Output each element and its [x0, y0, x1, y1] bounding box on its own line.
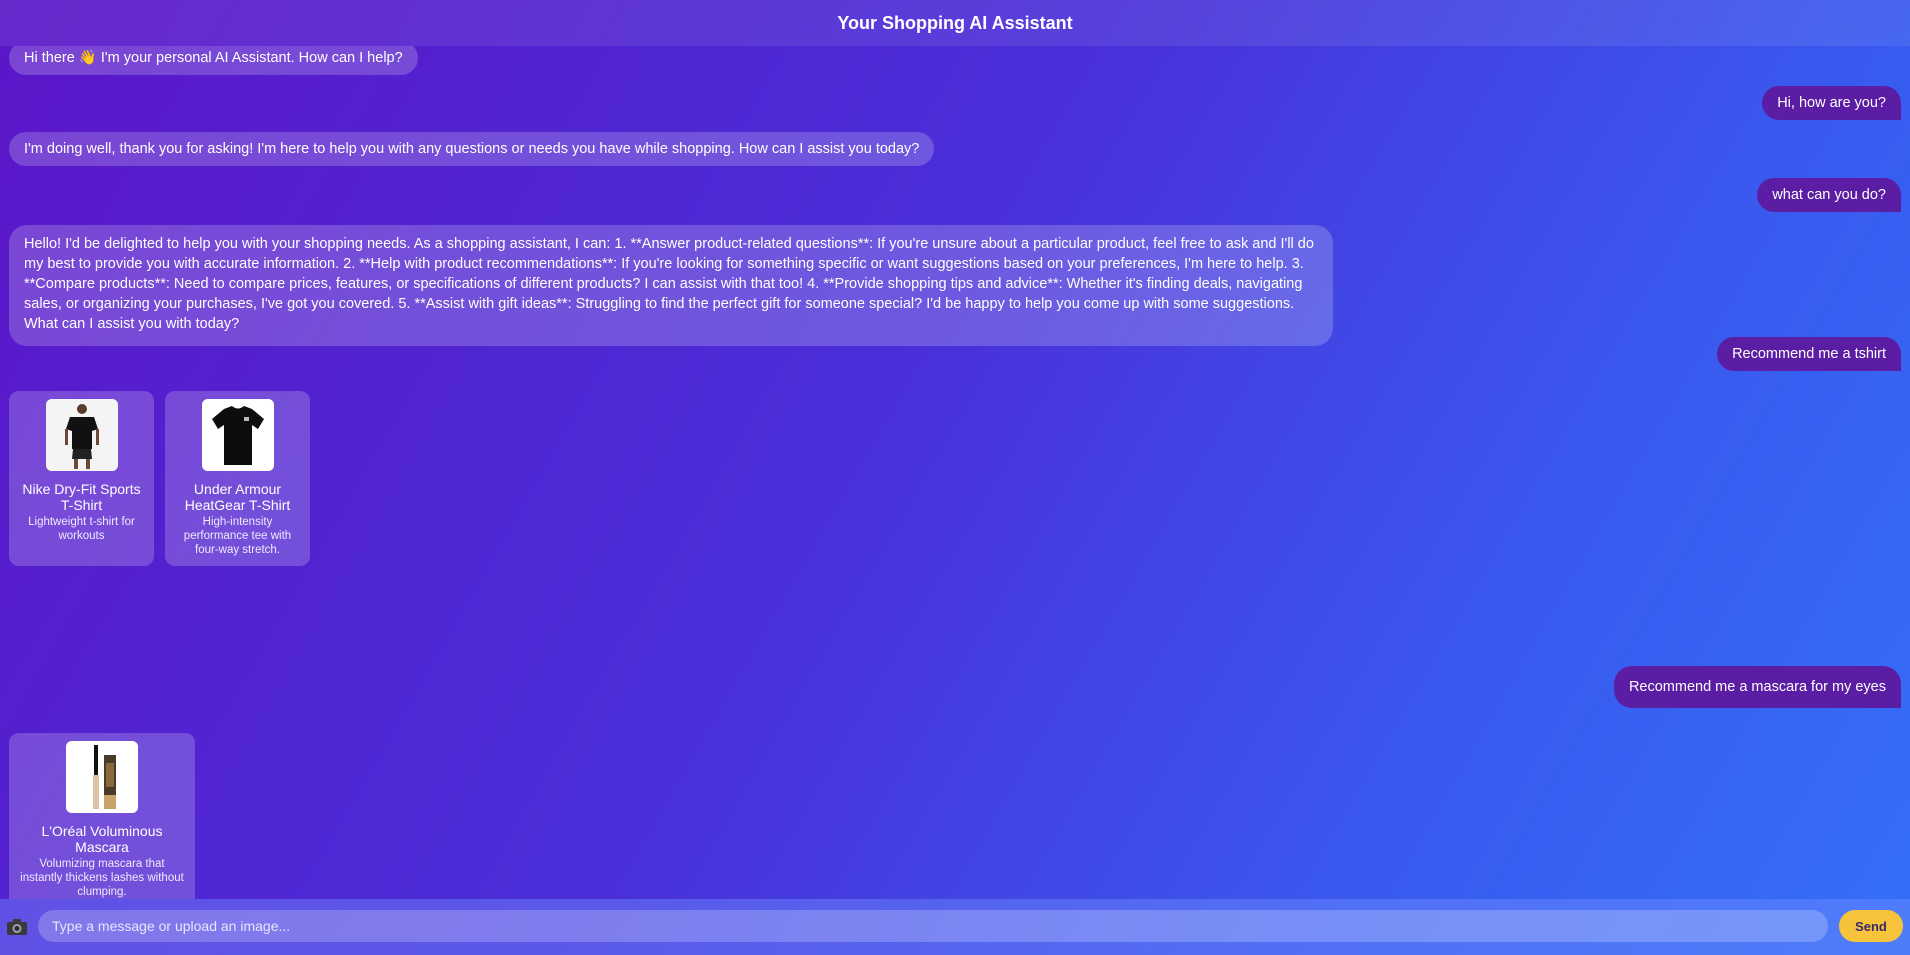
- user-message: what can you do?: [1757, 178, 1901, 212]
- user-message: Recommend me a mascara for my eyes: [1613, 666, 1901, 708]
- camera-icon[interactable]: [6, 916, 28, 938]
- page-title: Your Shopping AI Assistant: [837, 12, 1073, 33]
- bot-message: I'm doing well, thank you for asking! I'…: [9, 132, 935, 166]
- product-name: L'Oréal Voluminous Mascara: [41, 823, 163, 855]
- black-tshirt-icon: [201, 399, 274, 471]
- product-recommendations: Nike Dry-Fit Sports T-Shirt Lightweight …: [9, 391, 310, 566]
- bot-message: Hi there 👋 I'm your personal AI Assistan…: [9, 46, 418, 75]
- message-input[interactable]: [38, 910, 1828, 942]
- product-name: Nike Dry-Fit Sports T-Shirt: [22, 481, 141, 513]
- send-button[interactable]: Send: [1839, 910, 1903, 942]
- user-message: Recommend me a tshirt: [1717, 337, 1901, 371]
- woman-in-black-tshirt-icon: [45, 399, 118, 471]
- message-composer: Send: [0, 899, 1910, 955]
- product-card[interactable]: L'Oréal Voluminous Mascara Volumizing ma…: [9, 733, 195, 899]
- user-message: Hi, how are you?: [1762, 86, 1901, 120]
- product-recommendations: L'Oréal Voluminous Mascara Volumizing ma…: [9, 733, 195, 899]
- product-description: Lightweight t-shirt for workouts: [28, 516, 135, 542]
- product-description: Volumizing mascara that instantly thicke…: [20, 858, 184, 898]
- product-card[interactable]: Nike Dry-Fit Sports T-Shirt Lightweight …: [9, 391, 154, 566]
- product-card[interactable]: Under Armour HeatGear T-Shirt High-inten…: [165, 391, 310, 566]
- product-description: High-intensity performance tee with four…: [183, 516, 292, 556]
- chat-window[interactable]: Hi there 👋 I'm your personal AI Assistan…: [0, 46, 1910, 899]
- bot-message: Hello! I'd be delighted to help you with…: [9, 225, 1333, 346]
- product-name: Under Armour HeatGear T-Shirt: [184, 481, 291, 513]
- app-header: Your Shopping AI Assistant: [0, 0, 1910, 46]
- mascara-tube-icon: [66, 741, 138, 813]
